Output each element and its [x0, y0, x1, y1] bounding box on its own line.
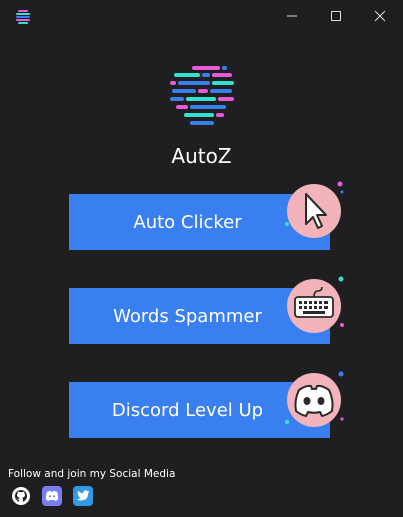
- minimize-button[interactable]: [270, 0, 314, 32]
- discord-icon[interactable]: [284, 370, 344, 430]
- title-bar: [0, 0, 403, 32]
- minimize-icon: [287, 15, 297, 17]
- social-media-label: Follow and join my Social Media: [8, 468, 176, 480]
- cursor-icon[interactable]: [284, 180, 344, 240]
- twitter-glyph-icon: [76, 490, 90, 501]
- keyboard-icon[interactable]: [284, 275, 344, 335]
- app-logo: [170, 66, 234, 125]
- twitter-icon[interactable]: [73, 486, 93, 506]
- auto-clicker-label: Auto Clicker: [133, 211, 242, 233]
- github-icon[interactable]: [11, 486, 31, 506]
- maximize-button[interactable]: [314, 0, 358, 32]
- maximize-icon: [331, 11, 341, 21]
- words-spammer-label: Words Spammer: [113, 305, 262, 327]
- app-title: AutoZ: [171, 144, 232, 168]
- discord-level-up-label: Discord Level Up: [111, 399, 264, 421]
- discord-glyph-icon: [45, 490, 59, 501]
- app-logo-icon: [16, 10, 30, 24]
- close-button[interactable]: [358, 0, 402, 32]
- close-icon: [374, 10, 386, 22]
- discord-social-icon[interactable]: [42, 486, 62, 506]
